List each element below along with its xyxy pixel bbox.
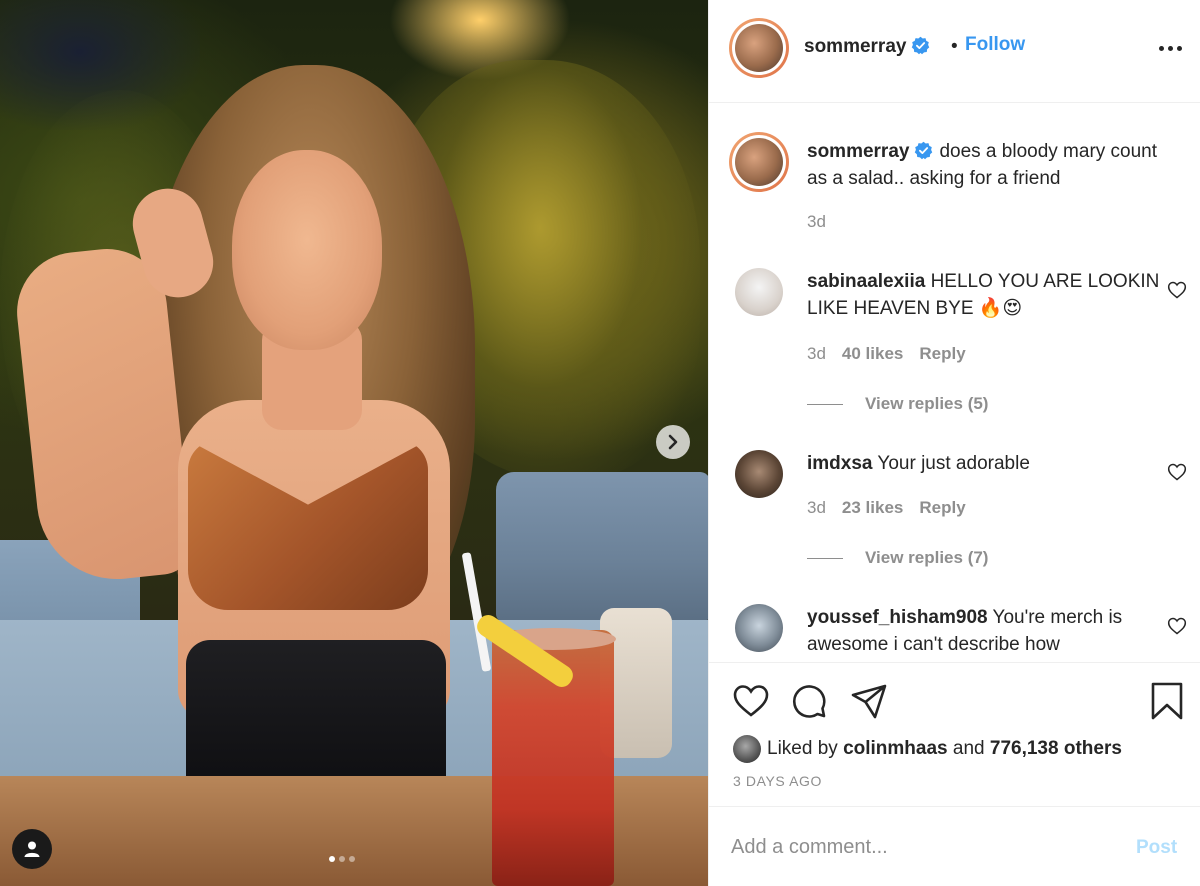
comment-username[interactable]: sabinaalexiia (807, 271, 925, 292)
post-actions: Liked by colinmhaas and 776,138 others 3… (709, 662, 1200, 802)
comment-time: 3d (807, 344, 826, 363)
heart-icon[interactable] (1167, 462, 1187, 482)
reply-button[interactable]: Reply (919, 498, 965, 517)
carousel-dot (349, 856, 355, 862)
header-username[interactable]: sommerray (804, 36, 906, 57)
bookmark-icon[interactable] (1147, 681, 1187, 721)
comment-likes[interactable]: 23 likes (842, 498, 903, 517)
liked-user[interactable]: colinmhaas (843, 738, 948, 760)
header-avatar[interactable] (729, 18, 789, 78)
reply-button[interactable]: Reply (919, 344, 965, 363)
comment-input[interactable] (731, 829, 1111, 865)
caption-avatar[interactable] (729, 132, 789, 192)
post-comment-button[interactable]: Post (1136, 837, 1177, 859)
comment-username[interactable]: youssef_hisham908 (807, 607, 988, 628)
comment: imdxsa Your just adorable (807, 450, 1167, 477)
header-username-wrap: sommerray (804, 36, 930, 58)
comment-icon[interactable] (789, 681, 829, 721)
comment: youssef_hisham908 You're merch is awesom… (807, 604, 1167, 658)
caption-time: 3d (807, 212, 826, 231)
comment-text: Your just adorable (877, 453, 1030, 474)
carousel-dots (329, 856, 355, 862)
post-header: sommerray • Follow (709, 0, 1200, 103)
heart-icon[interactable] (731, 681, 771, 721)
more-icon (1158, 45, 1164, 51)
header-separator: • (951, 36, 958, 57)
view-replies-button[interactable]: View replies (5) (807, 394, 988, 414)
add-comment-bar: Post (709, 806, 1200, 886)
comment-likes[interactable]: 40 likes (842, 344, 903, 363)
more-options-button[interactable] (1155, 36, 1185, 60)
comment: sabinaalexiia HELLO YOU ARE LOOKIN LIKE … (807, 268, 1167, 322)
carousel-dot (339, 856, 345, 862)
liked-and: and (952, 738, 985, 759)
liker-avatar[interactable] (733, 735, 761, 763)
comment-avatar[interactable] (735, 604, 783, 652)
comment-meta: 3d 40 likes Reply (807, 344, 966, 364)
caption-username[interactable]: sommerray (807, 141, 909, 162)
share-icon[interactable] (849, 681, 889, 721)
comment-meta: 3d 23 likes Reply (807, 498, 966, 518)
comments-list[interactable]: sommerray does a bloody mary count as a … (709, 104, 1200, 662)
caption: sommerray does a bloody mary count as a … (807, 138, 1167, 192)
post-photo[interactable] (0, 0, 708, 886)
chevron-right-icon (668, 434, 678, 450)
comment-avatar[interactable] (735, 268, 783, 316)
heart-icon[interactable] (1167, 616, 1187, 636)
liked-count[interactable]: 776,138 others (990, 738, 1122, 760)
carousel-dot (329, 856, 335, 862)
verified-badge-icon (912, 36, 930, 55)
follow-button[interactable]: Follow (965, 34, 1025, 56)
liked-prefix: Liked by (767, 738, 838, 759)
verified-badge-icon (915, 141, 933, 160)
likes-summary: Liked by colinmhaas and 776,138 others (733, 735, 1122, 763)
heart-icon[interactable] (1167, 280, 1187, 300)
post-side-panel: sommerray • Follow sommerray does a bloo… (708, 0, 1200, 886)
comment-avatar[interactable] (735, 450, 783, 498)
comment-time: 3d (807, 498, 826, 517)
face (232, 150, 382, 350)
post-timestamp[interactable]: 3 DAYS AGO (733, 773, 822, 789)
next-image-button[interactable] (656, 425, 690, 459)
cushion-right (496, 472, 708, 622)
view-replies-button[interactable]: View replies (7) (807, 548, 988, 568)
tagged-users-button[interactable] (12, 829, 52, 869)
user-tag-icon (24, 841, 40, 857)
comment-username[interactable]: imdxsa (807, 453, 872, 474)
